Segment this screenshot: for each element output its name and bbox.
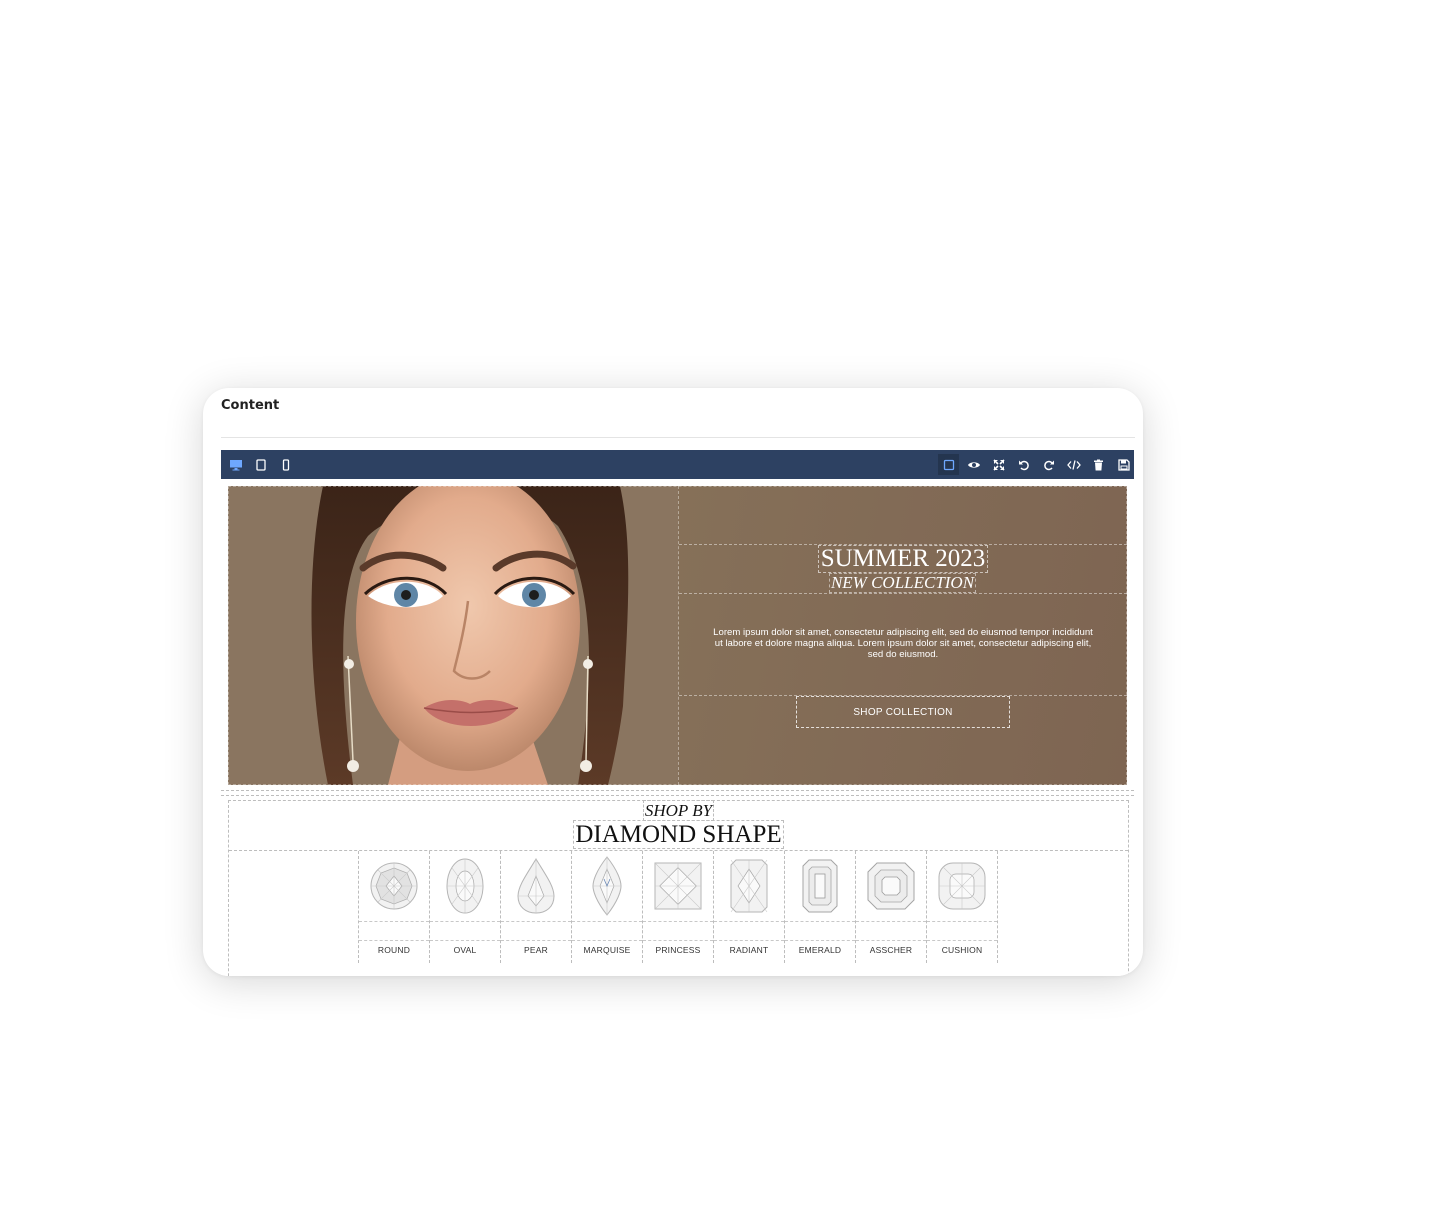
shape-label-radiant[interactable]: RADIANT bbox=[714, 945, 784, 955]
asscher-diamond-icon bbox=[867, 862, 915, 910]
shape-image-cell bbox=[643, 851, 713, 922]
diamond-shape-heading[interactable]: DIAMOND SHAPE bbox=[229, 820, 1128, 849]
tablet-view-button[interactable] bbox=[250, 454, 271, 475]
shape-item-radiant[interactable]: RADIANT bbox=[713, 851, 785, 963]
editor-canvas[interactable]: SUMMER 2023 NEW COLLECTION Lorem ipsum d… bbox=[221, 480, 1134, 976]
shape-spacer bbox=[643, 922, 713, 941]
desktop-icon bbox=[229, 459, 242, 470]
code-button[interactable] bbox=[1063, 454, 1084, 475]
shape-spacer bbox=[430, 922, 500, 941]
pear-diamond-icon bbox=[517, 858, 555, 914]
mobile-icon bbox=[282, 458, 289, 471]
diamond-shape-section[interactable]: SHOP BY DIAMOND SHAPE ROUND OVAL PEAR MA… bbox=[228, 800, 1129, 976]
shape-label-asscher[interactable]: ASSCHER bbox=[856, 945, 926, 955]
shape-item-princess[interactable]: PRINCESS bbox=[642, 851, 714, 963]
preview-eye-icon bbox=[967, 461, 980, 468]
save-button[interactable] bbox=[1113, 454, 1134, 475]
shape-label-round[interactable]: ROUND bbox=[359, 945, 429, 955]
panel-title: Content bbox=[221, 398, 280, 413]
shape-spacer bbox=[856, 922, 926, 941]
shape-label-cushion[interactable]: CUSHION bbox=[927, 945, 997, 955]
component-outline-icon bbox=[943, 459, 954, 470]
shape-label-princess[interactable]: PRINCESS bbox=[643, 945, 713, 955]
shape-image-cell bbox=[359, 851, 429, 922]
editor-toolbar bbox=[221, 450, 1134, 479]
mobile-view-button[interactable] bbox=[275, 454, 296, 475]
shape-image-cell bbox=[927, 851, 997, 922]
component-outline-button[interactable] bbox=[938, 454, 959, 475]
shape-label-emerald[interactable]: EMERALD bbox=[785, 945, 855, 955]
shape-item-asscher[interactable]: ASSCHER bbox=[855, 851, 927, 963]
fullscreen-icon bbox=[992, 458, 1005, 471]
hero-selection-outline bbox=[228, 486, 1127, 785]
shape-image-cell bbox=[714, 851, 784, 922]
delete-button[interactable] bbox=[1088, 454, 1109, 475]
oval-diamond-icon bbox=[446, 858, 484, 914]
shape-image-cell bbox=[430, 851, 500, 922]
hero-banner[interactable]: SUMMER 2023 NEW COLLECTION Lorem ipsum d… bbox=[228, 486, 1127, 785]
shape-item-round[interactable]: ROUND bbox=[358, 851, 430, 963]
shape-image-cell bbox=[856, 851, 926, 922]
round-diamond-icon bbox=[370, 862, 418, 910]
cushion-diamond-icon bbox=[938, 862, 986, 910]
content-panel: Content SUMMER 2023 NEW COLLECTION Lorem… bbox=[203, 388, 1143, 976]
shape-item-cushion[interactable]: CUSHION bbox=[926, 851, 998, 963]
shop-by-text[interactable]: SHOP BY bbox=[642, 800, 715, 821]
undo-icon bbox=[1018, 460, 1029, 470]
code-icon bbox=[1066, 459, 1081, 470]
shape-spacer bbox=[359, 922, 429, 941]
diamond-shape-grid: ROUND OVAL PEAR MARQUISE PRINCESS RADIAN… bbox=[358, 851, 1000, 976]
shape-spacer bbox=[501, 922, 571, 941]
emerald-diamond-icon bbox=[802, 859, 838, 913]
section-divider bbox=[221, 790, 1134, 796]
shape-label-pear[interactable]: PEAR bbox=[501, 945, 571, 955]
shape-label-oval[interactable]: OVAL bbox=[430, 945, 500, 955]
shape-image-cell bbox=[572, 851, 642, 922]
shape-spacer bbox=[785, 922, 855, 941]
shape-item-oval[interactable]: OVAL bbox=[429, 851, 501, 963]
panel-divider bbox=[221, 437, 1135, 438]
preview-button[interactable] bbox=[963, 454, 984, 475]
diamond-shape-title-text[interactable]: DIAMOND SHAPE bbox=[573, 820, 784, 849]
marquise-diamond-icon bbox=[592, 856, 622, 916]
tablet-icon bbox=[255, 458, 266, 471]
shape-spacer bbox=[927, 922, 997, 941]
shape-spacer bbox=[714, 922, 784, 941]
shape-label-marquise[interactable]: MARQUISE bbox=[572, 945, 642, 955]
redo-button[interactable] bbox=[1038, 454, 1059, 475]
desktop-view-button[interactable] bbox=[225, 454, 246, 475]
undo-button[interactable] bbox=[1013, 454, 1034, 475]
trash-icon bbox=[1094, 459, 1103, 470]
shape-item-pear[interactable]: PEAR bbox=[500, 851, 572, 963]
shop-by-kicker[interactable]: SHOP BY bbox=[229, 800, 1128, 821]
princess-diamond-icon bbox=[654, 862, 702, 910]
shape-item-emerald[interactable]: EMERALD bbox=[784, 851, 856, 963]
fullscreen-button[interactable] bbox=[988, 454, 1009, 475]
redo-icon bbox=[1043, 460, 1054, 470]
save-icon bbox=[1117, 458, 1130, 471]
shape-image-cell bbox=[501, 851, 571, 922]
shape-image-cell bbox=[785, 851, 855, 922]
radiant-diamond-icon bbox=[730, 859, 768, 913]
shape-spacer bbox=[572, 922, 642, 941]
shape-item-marquise[interactable]: MARQUISE bbox=[571, 851, 643, 963]
